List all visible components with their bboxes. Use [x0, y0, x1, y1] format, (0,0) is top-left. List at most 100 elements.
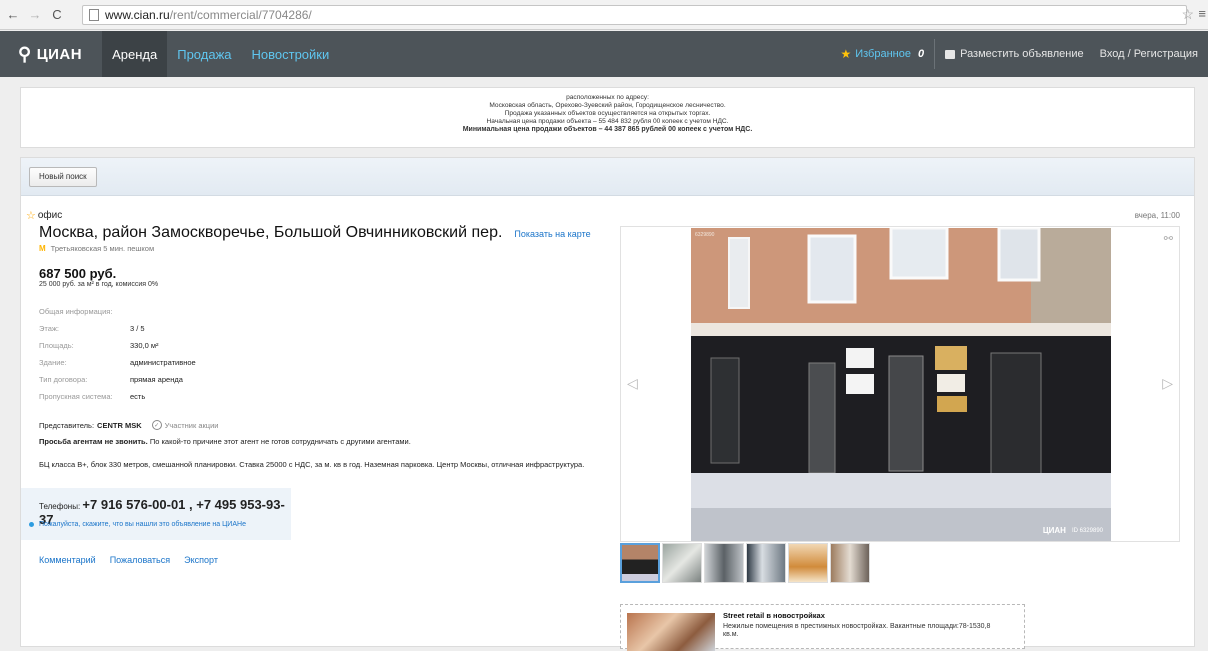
listing-photo[interactable]: 6329890 ЦИАН ID 6329890 [691, 228, 1111, 541]
complain-link[interactable]: Пожаловаться [110, 555, 170, 565]
listing-description: БЦ класса В+, блок 330 метров, смешанной… [39, 460, 585, 469]
banner-line: расположенных по адресу: [566, 94, 649, 101]
thumbnail[interactable] [662, 543, 702, 583]
photo-thumbnails [620, 543, 872, 583]
next-photo-arrow-icon[interactable]: ▷ [1162, 375, 1173, 392]
new-buildings-ad[interactable]: Street retail в новостройках Нежилые пом… [620, 604, 1025, 651]
info-value: 3 / 5 [130, 324, 145, 333]
ad-title[interactable]: Street retail в новостройках [723, 611, 825, 620]
tip-text: Пожалуйста, скажите, что вы нашли это об… [39, 521, 246, 528]
cian-logo[interactable]: ⚲ ЦИАН [18, 44, 82, 65]
banner-line: Начальная цена продажи объекта – 55 484 … [486, 118, 729, 125]
general-info-heading: Общая информация: [39, 307, 113, 316]
listing-type: ☆ офис [26, 209, 62, 222]
show-on-map-link[interactable]: Показать на карте [514, 229, 590, 239]
favorites-count: 0 [917, 48, 925, 60]
browser-toolbar: ← → C www.cian.ru/rent/commercial/770428… [0, 0, 1208, 30]
general-info: Общая информация: Этаж: 3 / 5 Площадь: 3… [39, 307, 196, 409]
listing-actions: Комментарий Пожаловаться Экспорт [39, 555, 232, 565]
photo-gallery: ◁ 6329890 ЦИАН ID 6329890 ▷ ⚯ [620, 226, 1180, 542]
bookmark-star-icon[interactable]: ☆ [1181, 6, 1194, 23]
info-row: Этаж: 3 / 5 [39, 324, 196, 341]
info-label: Здание: [39, 358, 67, 367]
thumbnail[interactable] [830, 543, 870, 583]
back-arrow-icon[interactable]: ← [4, 6, 22, 24]
ad-image [627, 613, 715, 651]
agent-label: Представитель: [39, 420, 95, 430]
post-ad-label: Разместить объявление [960, 48, 1084, 60]
agent-name[interactable]: CENTR MSK [97, 421, 142, 430]
info-row: Пропускная система: есть [39, 392, 196, 409]
banner-line: Московская область, Орехово-Зуевский рай… [489, 102, 726, 109]
new-search-button[interactable]: Новый поиск [29, 166, 97, 187]
ad-text: Нежилые помещения в престижных новострой… [723, 623, 991, 638]
page-icon [89, 9, 99, 21]
reload-icon[interactable]: C [48, 6, 66, 24]
export-link[interactable]: Экспорт [184, 555, 218, 565]
photo-watermark: ЦИАН ID 6329890 [1043, 526, 1103, 535]
listing-title: Москва, район Замоскворечье, Большой Овч… [39, 224, 503, 241]
metro-info: М Третьяковская 5 мин. пешком [39, 244, 154, 253]
cian-mention-tip: Пожалуйста, скажите, что вы нашли это об… [29, 521, 246, 528]
favorites-star-icon: ★ [840, 47, 852, 61]
auction-banner[interactable]: расположенных по адресу: Московская обла… [20, 87, 1195, 148]
metro-label: Третьяковская 5 мин. пешком [50, 244, 155, 253]
watermark-logo: ЦИАН [1042, 526, 1066, 535]
tab-rent[interactable]: Аренда [102, 31, 168, 77]
thumbnail[interactable] [704, 543, 744, 583]
thumbnail[interactable] [746, 543, 786, 583]
info-label: Тип договора: [39, 375, 88, 384]
info-label: Этаж: [39, 324, 60, 333]
info-row: Здание: административное [39, 358, 196, 375]
photo-id: 6329890 [695, 232, 715, 238]
thumbnail[interactable] [620, 543, 660, 583]
title-row: Москва, район Замоскворечье, Большой Овч… [39, 224, 591, 242]
info-row: Тип договора: прямая аренда [39, 375, 196, 392]
forward-arrow-icon[interactable]: → [26, 6, 44, 24]
info-row: Площадь: 330,0 м² [39, 341, 196, 358]
url-path: /rent/commercial/7704286/ [169, 8, 312, 22]
favorites-link[interactable]: ★ Избранное 0 [840, 47, 924, 61]
address-bar[interactable]: www.cian.ru/rent/commercial/7704286/ [82, 5, 1187, 25]
no-agents-bold: Просьба агентам не звонить. [39, 437, 148, 446]
thumbnail[interactable] [788, 543, 828, 583]
phones-label: Телефоны: [39, 502, 81, 511]
prev-photo-arrow-icon[interactable]: ◁ [627, 375, 638, 392]
price-details: 25 000 руб. за м² в год, комиссия 0% [39, 281, 159, 288]
info-label: Пропускная система: [39, 392, 113, 401]
info-value: есть [130, 392, 146, 401]
login-link[interactable]: Вход / Регистрация [1100, 48, 1198, 60]
banner-line: Продажа указанных объектов осуществляетс… [504, 110, 711, 117]
header-divider [934, 39, 936, 69]
add-favorite-star-icon[interactable]: ☆ [26, 209, 36, 222]
info-value: прямая аренда [130, 375, 183, 384]
comment-link[interactable]: Комментарий [39, 555, 96, 565]
post-ad-icon [945, 49, 956, 59]
promo-label[interactable]: Участник акции [165, 421, 219, 430]
info-label: Площадь: [39, 341, 74, 350]
tab-new-buildings[interactable]: Новостройки [242, 31, 340, 77]
no-agents-notice: Просьба агентам не звонить. По какой-то … [39, 437, 411, 446]
tab-sale[interactable]: Продажа [167, 31, 241, 77]
post-ad-link[interactable]: Разместить объявление [945, 48, 1084, 60]
listing-type-label: офис [37, 210, 63, 221]
banner-bold-line: Минимальная цена продажи объектов – 44 3… [462, 126, 753, 133]
url-host: www.cian.ru [105, 8, 170, 22]
price: 687 500 руб. [39, 266, 117, 281]
promo-check-icon: ✓ [151, 420, 162, 430]
info-value: административное [130, 358, 196, 367]
info-value: 330,0 м² [130, 341, 159, 350]
no-agents-text: По какой-то причине этот агент не готов … [149, 437, 411, 446]
menu-icon[interactable]: ≡ [1198, 6, 1206, 21]
site-header: ⚲ ЦИАН Аренда Продажа Новостройки ★ Избр… [0, 31, 1208, 77]
building-photo-illustration [691, 228, 1111, 541]
tip-dot-icon [29, 522, 34, 527]
share-link-icon[interactable]: ⚯ [1164, 232, 1173, 245]
logo-mark-icon: ⚲ [18, 43, 32, 64]
search-strip: Новый поиск [21, 158, 1194, 196]
metro-icon: М [39, 244, 46, 253]
agent-info: Представитель: CENTR MSK ✓ Участник акци… [39, 420, 218, 430]
logo-text: ЦИАН [36, 45, 83, 63]
watermark-id: ID 6329890 [1071, 527, 1103, 534]
listing-panel: Новый поиск ☆ офис вчера, 11:00 Москва, … [20, 157, 1195, 651]
